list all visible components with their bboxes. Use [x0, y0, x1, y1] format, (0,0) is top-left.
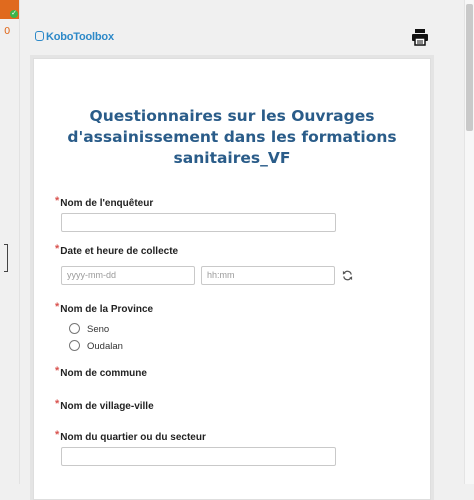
refresh-icon[interactable]	[342, 270, 353, 281]
time-input[interactable]: hh:mm	[201, 266, 335, 285]
form-paper: Questionnaires sur les Ouvrages d'assain…	[33, 58, 431, 500]
question-label: *Date et heure de collecte	[55, 243, 179, 257]
question-label: *Nom de la Province	[55, 301, 154, 315]
radio-circle[interactable]	[69, 323, 80, 334]
side-panel-border	[19, 0, 20, 484]
form-title: Questionnaires sur les Ouvrages d'assain…	[67, 107, 397, 167]
scrollbar-thumb[interactable]	[466, 4, 473, 131]
side-panel-handle[interactable]	[4, 244, 8, 272]
neighborhood-input[interactable]	[61, 447, 336, 466]
header: KoboToolbox	[20, 0, 464, 56]
question-label: *Nom du quartier ou du secteur	[55, 429, 206, 443]
question-label: *Nom de village-ville	[55, 398, 154, 412]
radio-option-oudalan[interactable]: Oudalan	[69, 340, 123, 352]
radio-option-seno[interactable]: Seno	[69, 323, 109, 335]
radio-circle[interactable]	[69, 340, 80, 351]
enumerator-name-input[interactable]	[61, 213, 336, 232]
question-label: *Nom de l'enquêteur	[55, 195, 154, 209]
queue-count: 0	[4, 26, 11, 37]
kobo-logo-icon	[35, 31, 44, 41]
check-icon: ✓	[10, 10, 18, 18]
question-label: *Nom de commune	[55, 365, 147, 379]
kobo-logo[interactable]: KoboToolbox	[35, 31, 114, 43]
app-badge-icon[interactable]: ✓	[0, 0, 19, 19]
date-input[interactable]: yyyy-mm-dd	[61, 266, 195, 285]
printer-icon[interactable]	[411, 28, 429, 46]
